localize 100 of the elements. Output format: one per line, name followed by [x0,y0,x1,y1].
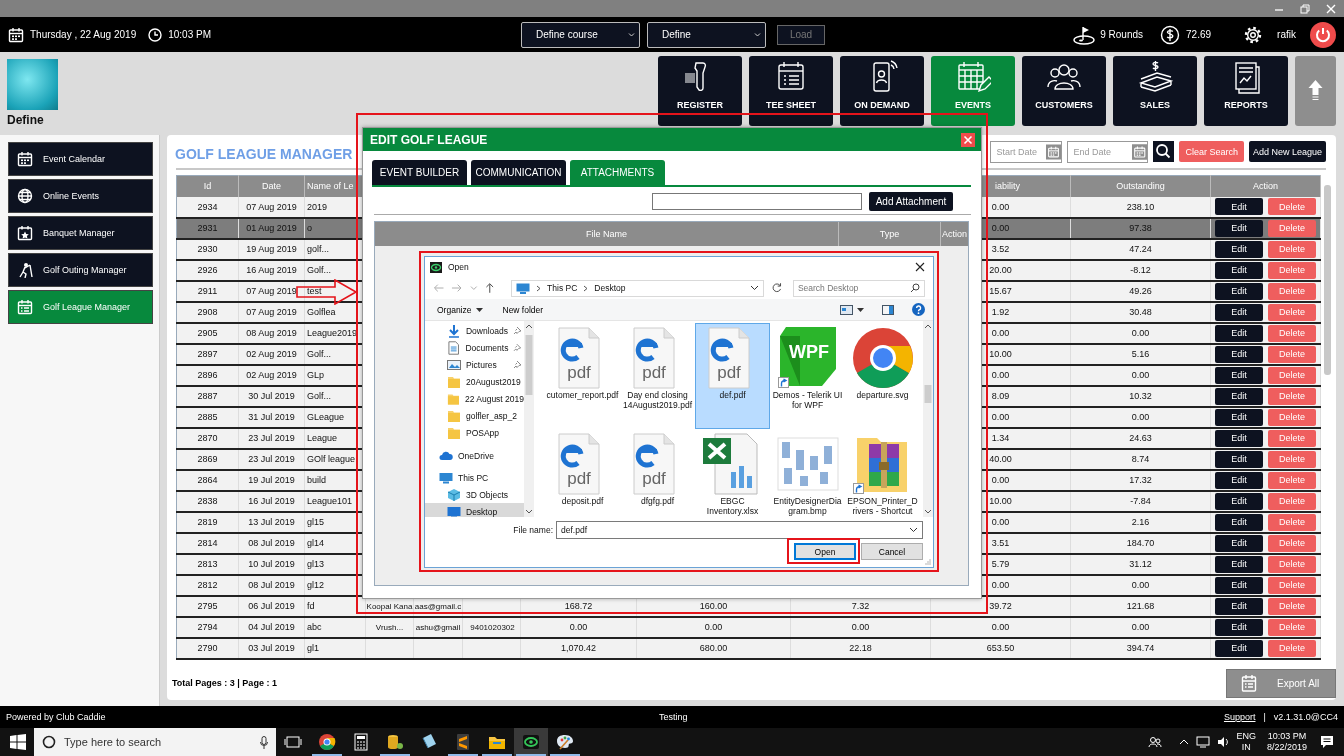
tab[interactable]: EVENT BUILDER [372,160,467,185]
volume-icon[interactable] [1217,736,1230,748]
folder-tree-item[interactable]: golfler_asp_2 [425,407,524,424]
add-new-league-button[interactable]: Add New League [1248,141,1326,162]
date-field[interactable]: Start Date [990,140,1063,163]
edit-button[interactable]: Edit [1215,618,1263,636]
support-link[interactable]: Support [1223,712,1256,722]
date-field[interactable]: End Date [1067,140,1149,163]
edit-button[interactable]: Edit [1215,366,1263,384]
edit-button[interactable]: Edit [1215,240,1263,258]
breadcrumb[interactable]: Desktop [594,283,626,293]
folder-tree-item[interactable]: Pictures [425,356,524,373]
file-item[interactable]: EntityDesignerDiagram.bmp [770,429,845,517]
folder-tree-item[interactable]: Downloads [425,322,524,339]
settings-icon[interactable] [1243,24,1264,45]
folder-tree-item[interactable]: Documents [425,339,524,356]
folder-tree-item[interactable]: This PC [425,469,524,486]
file-item[interactable]: EPSON_Printer_Drivers - Shortcut [845,429,920,517]
search-box[interactable]: Search Desktop [792,279,925,297]
file-item[interactable]: departure.svg [845,323,920,429]
edit-button[interactable]: Edit [1215,513,1263,531]
scroll-up-button[interactable] [1295,56,1336,126]
folder-tree-item[interactable]: POSApp [425,424,524,441]
nav-button[interactable]: EVENTS [931,56,1015,126]
scrollbar[interactable] [1324,185,1331,375]
club-caddie-icon[interactable] [514,728,548,756]
help-icon[interactable] [912,303,925,316]
restore-icon[interactable] [1300,3,1310,14]
pin-icon[interactable] [513,343,522,352]
nav-button[interactable]: SALES [1113,56,1197,126]
file-item[interactable]: EBGC Inventory.xlsx [695,429,770,517]
edit-button[interactable]: Edit [1215,282,1263,300]
nav-button[interactable]: REPORTS [1204,56,1288,126]
folder-tree-item[interactable]: 20August2019 [425,373,524,390]
edit-button[interactable]: Edit [1215,492,1263,510]
language-text[interactable]: ENG [1236,731,1256,742]
folder-tree-item[interactable]: OneDrive [425,447,524,464]
file-item[interactable]: pdf cutomer_report.pdf [545,323,620,429]
attachment-field[interactable] [652,193,862,210]
add-attachment-button[interactable]: Add Attachment [869,192,953,211]
view-icon[interactable] [840,304,853,315]
close-button[interactable] [961,132,975,147]
close-icon[interactable] [915,262,925,272]
file-item[interactable]: pdf Day end closing 14August2019.pdf [620,323,695,429]
search-button[interactable] [1153,141,1175,162]
edit-button[interactable]: Edit [1215,261,1263,279]
edit-button[interactable]: Edit [1215,576,1263,594]
edit-button[interactable]: Edit [1215,429,1263,447]
nav-button[interactable]: ON DEMAND [840,56,924,126]
new-folder-button[interactable]: New folder [502,304,544,315]
pin-icon[interactable] [513,360,522,369]
course-dropdown[interactable]: Define course [521,21,640,48]
table-row[interactable]: 2790 03 Jul 2019 gl1 1,070.42 680.00 22.18 653.50 394.74 Edit Delete [176,637,1321,659]
edit-button[interactable]: Edit [1215,198,1263,215]
preview-pane-icon[interactable] [882,304,894,315]
tab[interactable]: COMMUNICATION [471,160,566,185]
power-icon[interactable] [1310,21,1336,48]
open-button[interactable]: Open [794,543,856,560]
tab[interactable]: ATTACHMENTS [570,160,665,185]
edit-button[interactable]: Edit [1215,639,1263,657]
address-bar[interactable]: This PC Desktop [511,279,765,297]
file-name-field[interactable]: def.pdf [556,521,923,539]
file-item[interactable]: WPF Demos - Telerik UI for WPF [770,323,845,429]
edit-button[interactable]: Edit [1215,219,1263,237]
file-item[interactable]: pdf def.pdf [695,323,770,429]
region-text[interactable]: IN [1241,742,1251,753]
folder-tree-item[interactable]: Desktop [425,503,524,517]
scrollbar[interactable] [923,321,933,517]
sidebar-item[interactable]: Golf League Manager [8,290,153,324]
edit-button[interactable]: Edit [1215,345,1263,363]
nav-button[interactable]: REGISTER [658,56,742,126]
edit-button[interactable]: Edit [1215,597,1263,615]
clock-date[interactable]: 8/22/2019 [1266,742,1307,753]
up-arrow-icon[interactable] [484,282,495,294]
windows-start-icon[interactable] [10,734,26,750]
clock-time[interactable]: 10:03 PM [1267,731,1307,742]
sidebar-item[interactable]: Golf Outing Manager [8,253,153,287]
search-field[interactable]: Type here to search [62,735,254,749]
people-icon[interactable] [1148,735,1163,749]
edit-button[interactable]: Edit [1215,534,1263,552]
file-item[interactable]: pdf dfgfg.pdf [620,429,695,517]
table-row[interactable]: 2794 04 Jul 2019 abc Vrush... ashu@gmail 9401020302 0.00 0.00 0.00 0.00 0.00 Edit Delete [176,616,1321,638]
nav-button[interactable]: TEE SHEET [749,56,833,126]
edit-button[interactable]: Edit [1215,450,1263,468]
scrollbar[interactable] [524,321,534,517]
edit-button[interactable]: Edit [1215,303,1263,321]
caret-icon[interactable] [857,307,864,312]
cancel-button[interactable]: Cancel [861,543,923,560]
sidebar-item[interactable]: Banquet Manager [8,216,153,250]
define-dropdown[interactable]: Define [647,21,766,48]
search-box[interactable]: Type here to search [34,728,276,756]
folder-tree-item[interactable]: 3D Objects [425,486,524,503]
refresh-icon[interactable] [771,282,783,294]
sidebar-item[interactable]: Event Calendar [8,142,153,176]
edit-button[interactable]: Edit [1215,387,1263,405]
organize-menu[interactable]: Organize [437,304,483,315]
edit-button[interactable]: Edit [1215,471,1263,489]
notification-icon[interactable] [1320,735,1334,749]
network-icon[interactable] [1196,736,1211,748]
edit-button[interactable]: Edit [1215,555,1263,573]
